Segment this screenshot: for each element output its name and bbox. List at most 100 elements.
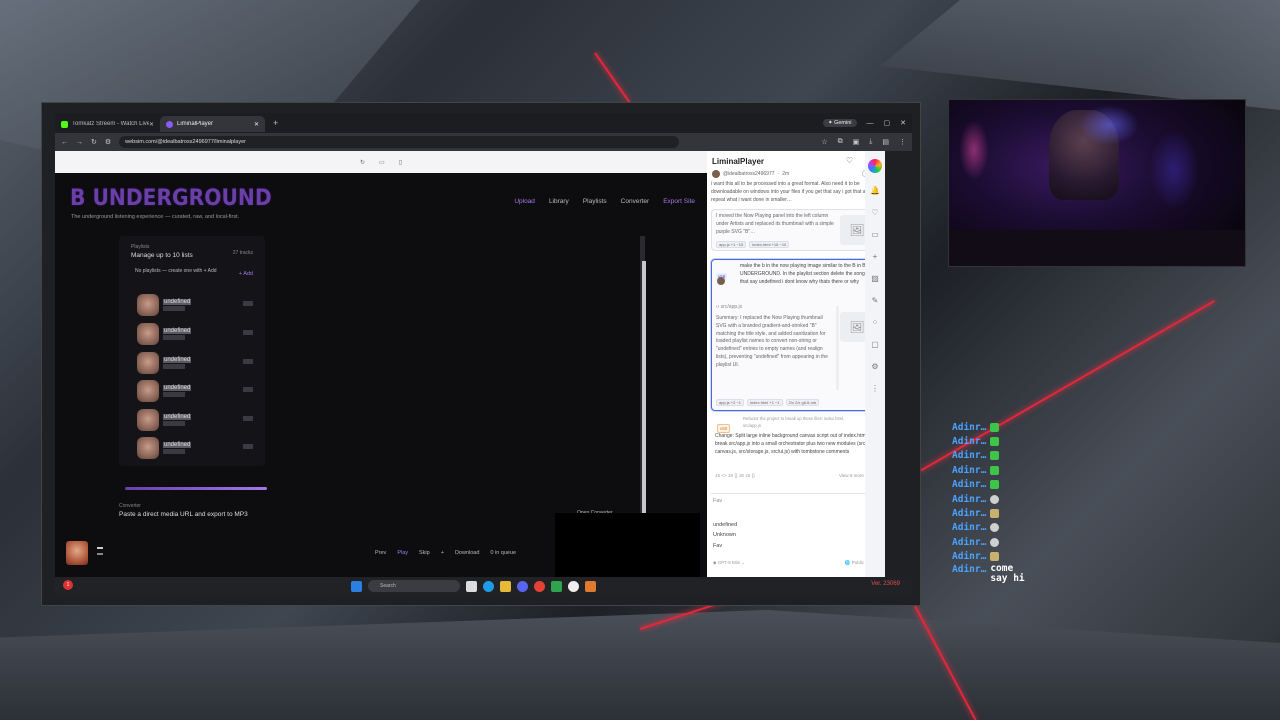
response-card[interactable]: I moved the Now Playing panel into the l…: [711, 209, 881, 251]
queue-count: 0 in queue: [490, 550, 517, 556]
scrollbar[interactable]: [836, 306, 839, 390]
track-duration: [243, 416, 253, 421]
menu-icon[interactable]: ⋮: [899, 138, 906, 146]
add-queue-button[interactable]: +: [441, 550, 444, 556]
close-icon[interactable]: ✕: [149, 121, 154, 128]
minimize-icon[interactable]: —: [867, 120, 874, 127]
download-icon[interactable]: ⤓: [869, 138, 872, 146]
tab-tomkatz[interactable]: Tomkatz Streem - Watch Live o ✕: [55, 116, 160, 132]
track-title: undefined: [163, 414, 192, 420]
chat-message: Adinr…: [952, 550, 1152, 564]
image-icon[interactable]: ▨: [871, 274, 879, 283]
prompt-input[interactable]: Fav: [713, 498, 722, 504]
file-chip[interactable]: index.html +16 −10: [749, 241, 790, 248]
discord-icon[interactable]: [517, 580, 528, 592]
add-playlist-button[interactable]: + Add: [239, 271, 253, 277]
suggestion-item[interactable]: Fav: [713, 541, 737, 551]
track-row[interactable]: undefined: [137, 409, 257, 431]
prev-button[interactable]: Prev: [375, 550, 386, 556]
refactor-card[interactable]: v60 Refactor the project to break up the…: [711, 413, 881, 485]
author-handle[interactable]: @idealbatross2496977: [723, 171, 775, 177]
track-thumbnail: [137, 437, 159, 459]
reload-icon[interactable]: ↻: [91, 138, 97, 146]
chrome-icon[interactable]: [534, 580, 545, 592]
nav-export-site[interactable]: Export Site: [663, 198, 695, 205]
scrollbar-thumb[interactable]: [642, 261, 646, 556]
close-window-icon[interactable]: ✕: [900, 119, 906, 127]
maximize-icon[interactable]: ▢: [884, 119, 891, 127]
apps-icon[interactable]: ⁘: [872, 318, 879, 327]
nav-upload[interactable]: Upload: [514, 198, 535, 205]
visibility-toggle[interactable]: 🌐 Public: [845, 560, 864, 566]
response-card-selected[interactable]: v58 make the b in the now playing image …: [711, 259, 881, 411]
pencil-icon[interactable]: ✎: [872, 296, 879, 305]
task-view-icon[interactable]: [466, 580, 477, 592]
play-button[interactable]: Play: [397, 550, 408, 556]
edge-icon[interactable]: [483, 580, 494, 592]
track-duration: [243, 444, 253, 449]
file-chip[interactable]: 2/x 2/x git-5-mb: [785, 399, 820, 406]
site-tagline: The underground listening experience — c…: [71, 214, 240, 220]
desktop-icon[interactable]: ▭: [379, 159, 385, 166]
comment-icon[interactable]: ▢: [871, 340, 879, 349]
nav-library[interactable]: Library: [549, 198, 569, 205]
visibility-label: Public: [851, 560, 864, 565]
track-row[interactable]: undefined: [137, 437, 257, 459]
avatar: [712, 170, 720, 178]
tab-liminalplayer[interactable]: LiminalPlayer ✕: [160, 116, 265, 132]
track-row[interactable]: undefined: [137, 294, 257, 316]
file-chip[interactable]: app.js +2 −1: [716, 399, 745, 406]
track-row[interactable]: undefined: [137, 380, 257, 402]
settings-icon[interactable]: ⚙: [871, 362, 878, 371]
file-explorer-icon[interactable]: [500, 580, 511, 592]
file-chip[interactable]: index.html +1 −1: [747, 399, 783, 406]
obs-icon[interactable]: [568, 580, 579, 592]
app-icon[interactable]: [585, 580, 596, 592]
plus-icon[interactable]: +: [873, 252, 878, 261]
url-field[interactable]: websim.com/@idealbatross2496977/liminalp…: [119, 136, 680, 148]
chat-username: Adinr…: [952, 563, 987, 575]
track-thumbnail: [137, 323, 159, 345]
close-icon[interactable]: ✕: [254, 121, 259, 128]
version-label: Ver. 23069: [871, 581, 900, 587]
heart-icon[interactable]: ♡: [846, 156, 853, 165]
nav-playlists[interactable]: Playlists: [583, 198, 607, 205]
windows-start-icon[interactable]: [351, 580, 362, 592]
sidebar-icon[interactable]: ▣: [853, 138, 860, 146]
skip-button[interactable]: Skip: [419, 550, 430, 556]
view-more-link[interactable]: View 6 more: [839, 473, 864, 480]
more-vertical-icon[interactable]: ⋮: [871, 384, 879, 393]
track-duration: [243, 387, 253, 392]
track-artist: [163, 364, 185, 369]
file-chip[interactable]: app.js +1 −15: [716, 241, 747, 248]
site-info-icon[interactable]: ⚙: [105, 138, 111, 146]
track-row[interactable]: undefined: [137, 352, 257, 374]
extensions-icon[interactable]: ⧉: [838, 138, 843, 146]
forward-icon[interactable]: →: [76, 139, 83, 146]
app-icon[interactable]: [551, 580, 562, 592]
nav-converter[interactable]: Converter: [621, 198, 650, 205]
notification-badge[interactable]: 1: [63, 580, 73, 590]
download-button[interactable]: Download: [455, 550, 479, 556]
back-icon[interactable]: ←: [61, 139, 68, 146]
suggestion-item[interactable]: undefined: [713, 520, 737, 530]
track-row[interactable]: undefined: [137, 323, 257, 345]
split-icon[interactable]: ▤: [882, 138, 889, 146]
star-icon[interactable]: ☆: [821, 138, 827, 146]
mobile-icon[interactable]: ▯: [399, 159, 402, 166]
model-selector[interactable]: ◆ GPT-5 Mini ⌄: [713, 560, 745, 566]
refresh-icon[interactable]: ↻: [360, 159, 365, 166]
websim-icon: [166, 120, 173, 128]
chat-username: Adinr…: [952, 493, 987, 505]
folder-icon[interactable]: ▭: [871, 230, 879, 239]
browser-tab-bar: Tomkatz Streem - Watch Live o ✕ LiminalP…: [55, 113, 912, 133]
gemini-button[interactable]: ✦ Gemini: [822, 119, 857, 127]
taskbar-search[interactable]: Search: [368, 580, 460, 592]
chrome-logo-icon[interactable]: [868, 159, 882, 173]
heart-icon[interactable]: ♡: [871, 208, 878, 217]
new-tab-icon[interactable]: +: [273, 118, 278, 128]
file-path-text: src/app.js: [720, 304, 743, 310]
emote-icon: [990, 480, 1000, 490]
suggestion-item[interactable]: Unknown: [713, 530, 737, 540]
bell-icon[interactable]: 🔔: [870, 186, 880, 195]
